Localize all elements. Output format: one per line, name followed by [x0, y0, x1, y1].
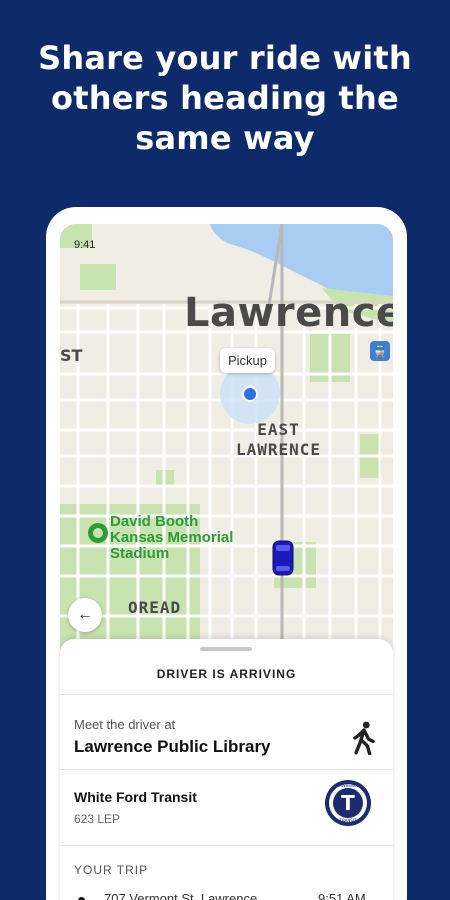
logo-bottom-text: TRANSIT	[339, 818, 358, 823]
stadium-label: David Booth Kansas Memorial Stadium	[110, 514, 233, 562]
vehicle-icon	[272, 540, 294, 576]
vehicle-name: White Ford Transit	[74, 789, 197, 805]
train-icon[interactable]: 🚆	[370, 341, 390, 361]
headline-line-3: same way	[135, 119, 315, 157]
drag-handle[interactable]	[200, 647, 252, 651]
back-button[interactable]: ←	[68, 598, 102, 632]
headline-line-2: others heading the	[51, 79, 399, 117]
pickup-location-icon	[242, 386, 258, 402]
logo-top-text: LAWRENCE	[337, 783, 360, 788]
lawrence-transit-logo: T LAWRENCE TRANSIT	[325, 780, 371, 826]
headline: Share your ride with others heading the …	[0, 38, 450, 158]
map-graphic	[60, 224, 393, 654]
divider	[60, 845, 393, 846]
stadium-label-line-2: Kansas Memorial	[110, 529, 234, 546]
vehicle-plate: 623 LEP	[74, 812, 121, 826]
neighborhood-label-line-1: EAST	[257, 420, 300, 439]
map-view[interactable]: 9:41 Lawrence ST EAST LAWRENCE David Boo…	[60, 224, 393, 654]
city-label: Lawrence	[184, 290, 393, 336]
stadium-label-line-3: Stadium	[110, 545, 170, 562]
phone-frame: 9:41 Lawrence ST EAST LAWRENCE David Boo…	[46, 207, 407, 900]
meet-place: Lawrence Public Library	[74, 737, 271, 756]
pickup-label[interactable]: Pickup	[220, 348, 276, 373]
trip-label: YOUR TRIP	[74, 863, 149, 877]
park-area	[80, 264, 116, 290]
status-time: 9:41	[74, 239, 96, 251]
arrow-left-icon: ←	[77, 606, 93, 623]
walking-person-icon	[353, 721, 375, 755]
street-label: ST	[60, 346, 83, 365]
neighborhood-label-oread: OREAD	[128, 598, 182, 617]
ride-details-sheet[interactable]: DRIVER IS ARRIVING Meet the driver at La…	[60, 639, 393, 900]
trip-address: 707 Vermont St, Lawrence	[104, 891, 258, 900]
stadium-label-line-1: David Booth	[110, 513, 199, 530]
divider	[60, 694, 393, 695]
neighborhood-label-line-2: LAWRENCE	[236, 440, 322, 459]
divider	[60, 769, 393, 770]
logo-letter: T	[341, 791, 355, 815]
meet-label: Meet the driver at	[74, 717, 176, 732]
neighborhood-label: EAST LAWRENCE	[236, 420, 321, 460]
trip-time: 9:51 AM	[318, 891, 366, 900]
headline-line-1: Share your ride with	[38, 39, 412, 77]
ride-status: DRIVER IS ARRIVING	[156, 667, 297, 681]
